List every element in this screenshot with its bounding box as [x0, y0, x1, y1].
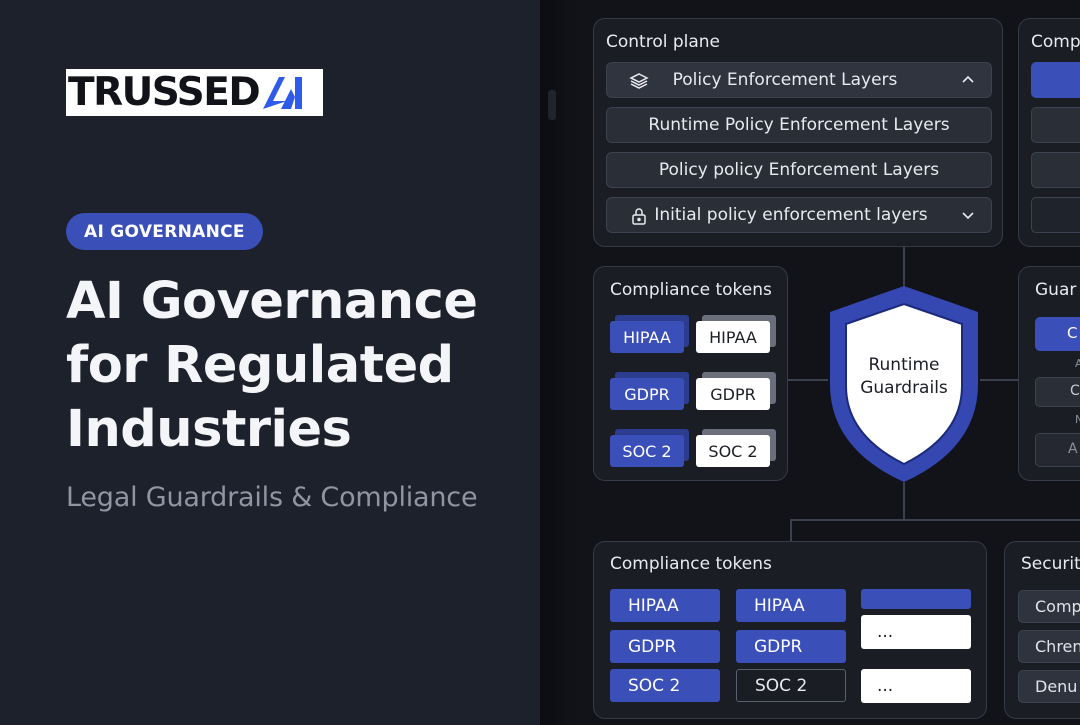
hipaa-token-chip[interactable]: HIPAA [736, 589, 846, 622]
row-label: Runtime Policy Enforcement Layers [648, 115, 950, 135]
panel-title: Securit [1021, 554, 1080, 574]
partial-caption: A [1075, 357, 1080, 370]
partial-row[interactable]: Denu [1018, 670, 1080, 703]
partial-chip[interactable]: C [1035, 317, 1080, 351]
partial-row[interactable] [1031, 152, 1080, 188]
page-headline: AI Governance for Regulated Industries [66, 270, 526, 462]
partial-row[interactable] [1031, 197, 1080, 233]
soc2-token-chip[interactable]: SOC 2 [610, 669, 720, 702]
headline-line-3: Industries [66, 400, 352, 459]
layers-icon [629, 73, 649, 89]
chevron-down-icon[interactable] [961, 208, 975, 222]
gdpr-token-chip[interactable]: GDPR [696, 378, 770, 410]
shield-label: Runtime Guardrails [826, 354, 982, 400]
trussed-logo: TRUSSED [66, 69, 323, 116]
soc2-token-chip[interactable]: SOC 2 [696, 435, 770, 467]
compliance-tokens-panel: Compliance tokens HIPAA HIPAA GDPR GDPR … [593, 266, 788, 481]
compliance-tokens-grid-panel: Compliance tokens HIPAA GDPR SOC 2 HIPAA… [593, 541, 987, 719]
category-badge: AI GOVERNANCE [66, 213, 263, 250]
shield-label-line-1: Runtime [868, 355, 940, 375]
partial-caption: N [1075, 413, 1080, 426]
policy-layer-row[interactable]: Runtime Policy Enforcement Layers [606, 107, 992, 143]
logo-wordmark: TRUSSED [68, 70, 261, 115]
dashboard-illustration: Control plane Policy Enforcement Layers … [540, 0, 1080, 725]
panel-title: Guar [1035, 280, 1077, 300]
guardrails-partial-panel: Guar C A C N A [1018, 266, 1080, 481]
hipaa-token-chip[interactable]: HIPAA [610, 589, 720, 622]
soc2-token-chip[interactable]: SOC 2 [736, 669, 846, 702]
partial-chip[interactable]: C [1035, 377, 1080, 407]
partial-chip[interactable]: A [1035, 433, 1080, 467]
partial-row[interactable] [1031, 107, 1080, 143]
placeholder-token-chip[interactable]: ... [861, 615, 971, 649]
policy-layer-row[interactable]: Policy policy Enforcement Layers [606, 152, 992, 188]
connector-line [790, 519, 792, 541]
page-subtitle: Legal Guardrails & Compliance [66, 482, 478, 513]
partial-row[interactable] [1031, 62, 1080, 98]
panel-title: Compliance tokens [610, 280, 772, 300]
logo-ai-mark [263, 76, 303, 109]
policy-layer-row[interactable]: Initial policy enforcement layers [606, 197, 992, 233]
control-plane-panel: Control plane Policy Enforcement Layers … [593, 18, 1003, 247]
partial-row[interactable]: Comp [1018, 590, 1080, 623]
connector-line [903, 482, 905, 520]
row-label: Initial policy enforcement layers [654, 205, 928, 225]
chevron-up-icon[interactable] [961, 73, 975, 87]
runtime-guardrails-shield: Runtime Guardrails [826, 284, 982, 484]
panel-title: Control plane [606, 32, 721, 52]
headline-line-1: AI Governance [66, 272, 478, 331]
panel-title: Compliance tokens [610, 554, 772, 574]
security-partial-panel: Securit Comp Chren Denu [1004, 541, 1080, 719]
shield-label-line-2: Guardrails [860, 378, 948, 398]
hipaa-token-chip[interactable]: HIPAA [610, 321, 684, 353]
compliance-partial-panel: Comp [1018, 18, 1080, 247]
row-label: Policy Enforcement Layers [672, 70, 898, 90]
soc2-token-chip[interactable]: SOC 2 [610, 435, 684, 467]
connector-line [903, 247, 905, 287]
gdpr-token-chip[interactable]: GDPR [736, 630, 846, 663]
headline-line-2: for Regulated [66, 336, 454, 395]
connector-line [790, 519, 1080, 521]
row-label: Policy policy Enforcement Layers [658, 160, 940, 180]
placeholder-token-chip[interactable] [861, 589, 971, 609]
gdpr-token-chip[interactable]: GDPR [610, 378, 684, 410]
policy-layer-row[interactable]: Policy Enforcement Layers [606, 62, 992, 98]
placeholder-token-chip[interactable]: ... [861, 669, 971, 703]
gdpr-token-chip[interactable]: GDPR [610, 630, 720, 663]
connector-line [788, 379, 828, 381]
hero-section: TRUSSED AI GOVERNANCE AI Governance for … [0, 0, 540, 725]
lock-icon [632, 208, 646, 225]
hipaa-token-chip[interactable]: HIPAA [696, 321, 770, 353]
partial-row[interactable]: Chren [1018, 630, 1080, 663]
connector-line [980, 379, 1020, 381]
shadow-divider [548, 90, 556, 120]
panel-title: Comp [1031, 32, 1080, 52]
